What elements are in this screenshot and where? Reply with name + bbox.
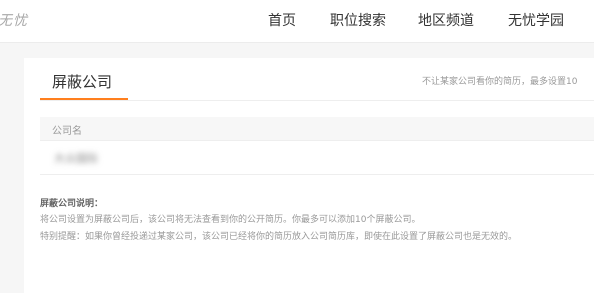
top-navigation-bar: 无忧 首页 职位搜索 地区频道 无忧学园 <box>0 0 594 43</box>
table-header: 公司名 <box>40 117 594 141</box>
column-header-company-name: 公司名 <box>52 126 82 137</box>
nav-home-link[interactable]: 首页 <box>268 10 296 30</box>
settings-card <box>24 58 594 298</box>
tab-divider <box>40 100 594 101</box>
nav-job-search-link[interactable]: 职位搜索 <box>330 10 386 30</box>
tab-block-companies[interactable]: 屏蔽公司 <box>52 71 112 92</box>
notes-title: 屏蔽公司说明： <box>40 199 104 209</box>
site-logo[interactable]: 无忧 <box>0 10 28 30</box>
nav-region-channel-link[interactable]: 地区频道 <box>418 10 474 30</box>
notes-line-1: 将公司设置为屏蔽公司后，该公司将无法查看到你的公开简历。你最多可以添加10个屏蔽… <box>40 215 421 225</box>
blocked-company-name: 大众国际 <box>54 152 98 165</box>
notes-line-2: 特别提醒：如果你曾经投递过某家公司，该公司已经将你的简历放入公司简历库，即使在此… <box>40 232 518 242</box>
nav-51-school-link[interactable]: 无忧学园 <box>508 10 564 30</box>
tab-hint-text: 不让某家公司看你的简历，最多设置10 <box>422 77 578 87</box>
table-row[interactable]: 大众国际 <box>40 141 594 175</box>
